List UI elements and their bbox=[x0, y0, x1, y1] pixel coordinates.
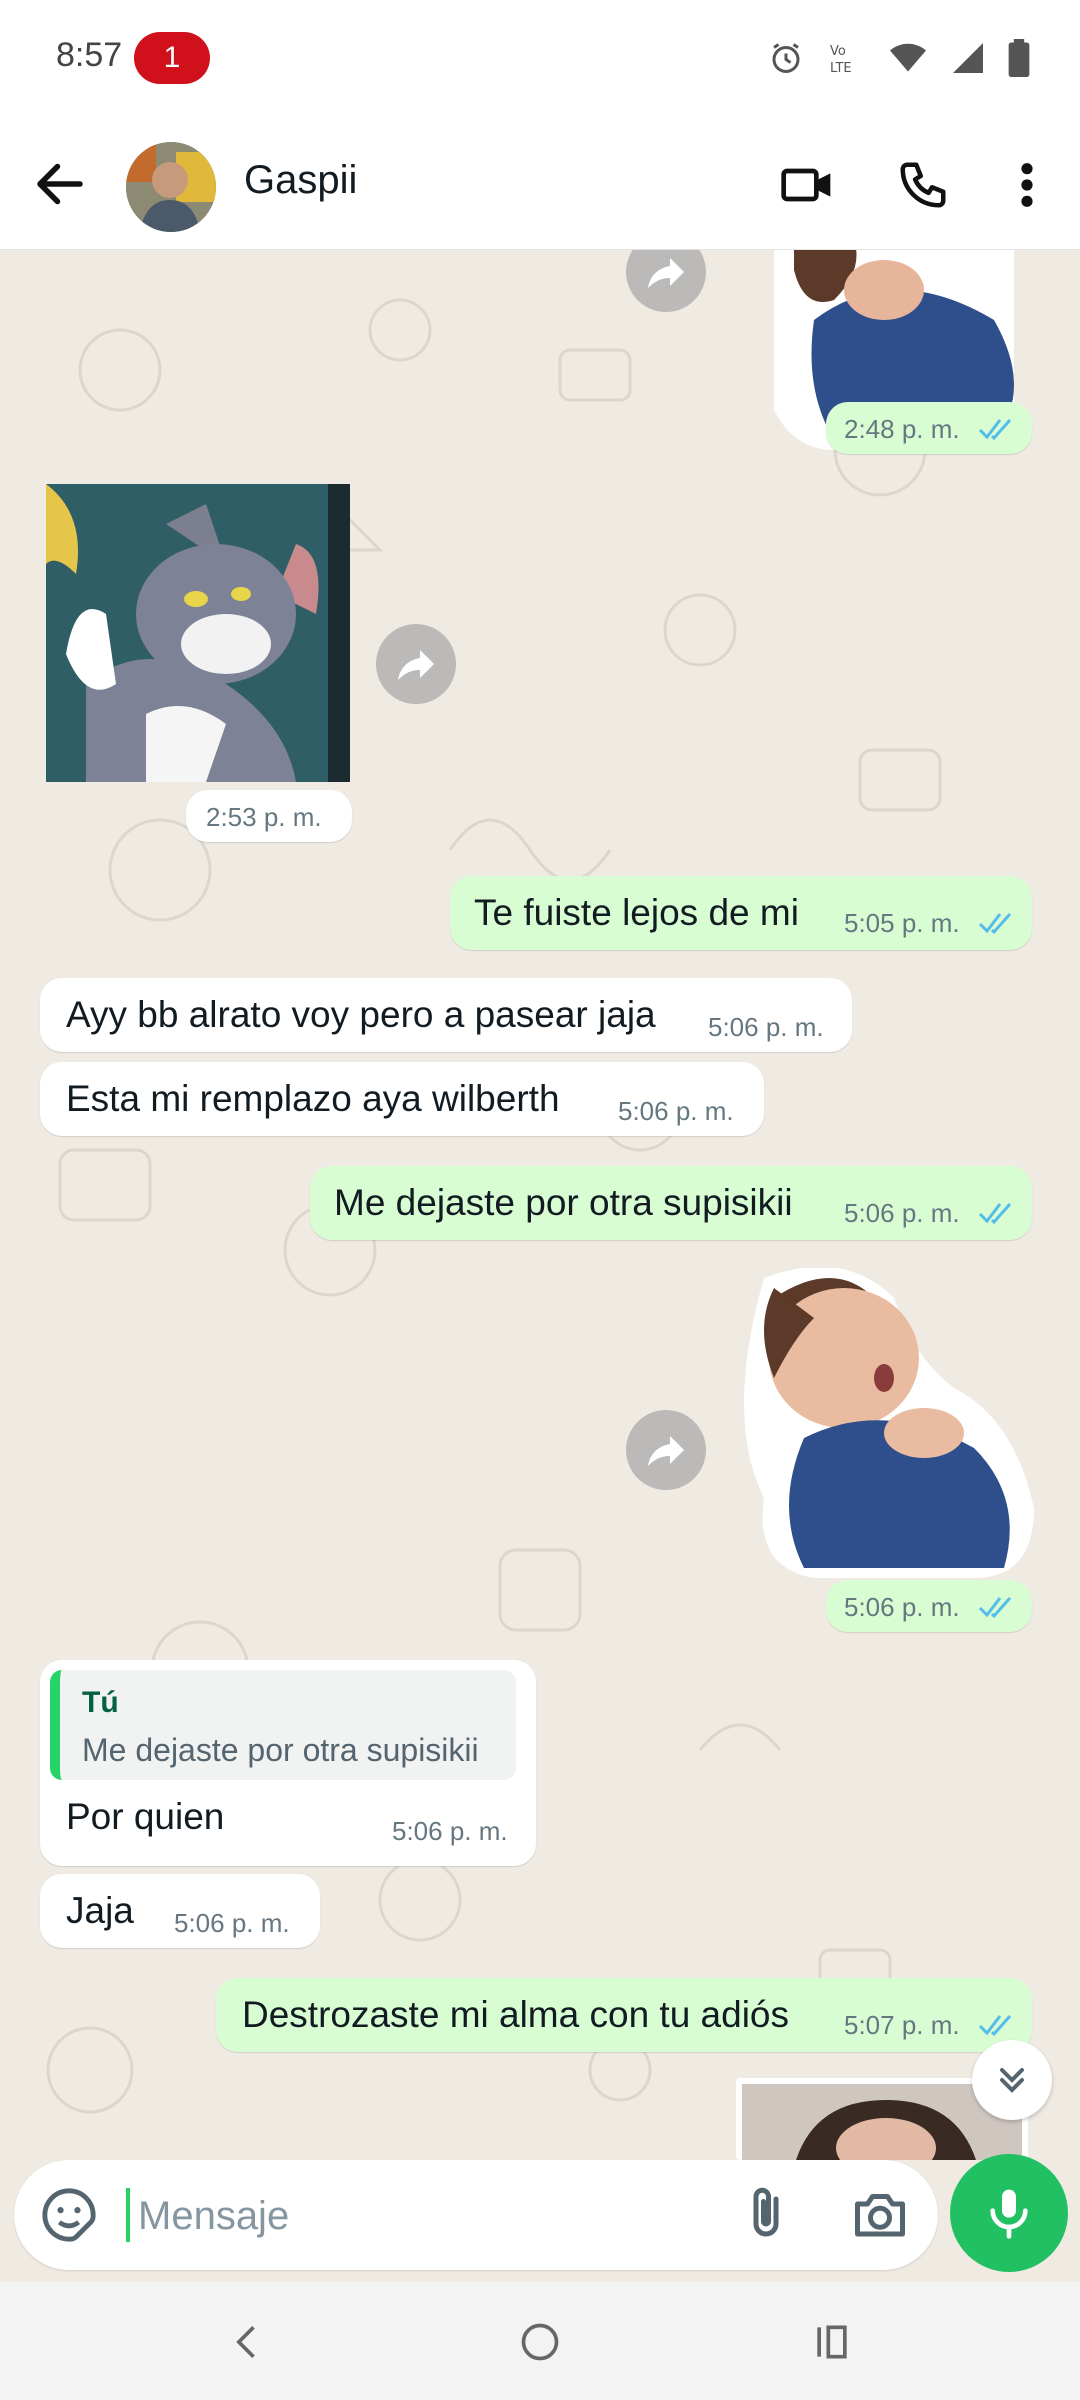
outgoing-message[interactable]: Destrozaste mi alma con tu adiós 5:07 p.… bbox=[216, 1978, 1032, 2052]
outgoing-message[interactable]: Me dejaste por otra supisikii 5:06 p. m. bbox=[310, 1166, 1032, 1240]
sticker-message[interactable] bbox=[734, 1268, 1034, 1578]
message-text: Por quien bbox=[66, 1796, 225, 1837]
forward-button[interactable] bbox=[376, 624, 456, 704]
message-composer bbox=[14, 2160, 938, 2270]
read-receipt-icon bbox=[978, 913, 1012, 935]
sticker-message[interactable] bbox=[46, 484, 350, 782]
message-timestamp-bubble: 5:06 p. m. bbox=[826, 1580, 1032, 1632]
recents-nav-icon bbox=[817, 2325, 847, 2359]
quote-author: Tú bbox=[82, 1686, 119, 1719]
avatar[interactable] bbox=[126, 142, 216, 232]
text-caret bbox=[126, 2188, 130, 2242]
status-time: 8:57 bbox=[56, 36, 123, 74]
read-receipt-icon bbox=[978, 1597, 1012, 1619]
message-text: Ayy bb alrato voy pero a pasear jaja bbox=[66, 994, 656, 1035]
message-text: Esta mi remplazo aya wilberth bbox=[66, 1078, 560, 1119]
video-call-icon bbox=[781, 168, 831, 202]
nav-recents-button[interactable] bbox=[802, 2312, 862, 2372]
signal-icon bbox=[953, 43, 983, 73]
back-nav-icon bbox=[236, 2326, 255, 2358]
battery-icon bbox=[1008, 39, 1030, 77]
attach-button[interactable] bbox=[736, 2184, 796, 2244]
message-time: 5:06 p. m. bbox=[708, 1012, 824, 1042]
message-time: 5:06 p. m. bbox=[844, 1198, 960, 1228]
nav-home-button[interactable] bbox=[510, 2312, 570, 2372]
chat-area[interactable]: 2:48 p. m. 2:53 p. m. Te fuiste lejos de… bbox=[0, 250, 1080, 2160]
quoted-message[interactable]: Tú Me dejaste por otra supisikii bbox=[50, 1670, 516, 1780]
contact-name[interactable]: Gaspii bbox=[244, 158, 357, 203]
message-text: Jaja bbox=[66, 1890, 134, 1931]
chat-header: Gaspii bbox=[0, 118, 1080, 250]
volte-icon: Vo LTE bbox=[830, 44, 852, 76]
message-input[interactable] bbox=[138, 2186, 698, 2246]
incoming-reply-message[interactable]: Tú Me dejaste por otra supisikii Por qui… bbox=[40, 1660, 536, 1866]
notification-badge: 1 bbox=[134, 32, 210, 84]
more-options-button[interactable] bbox=[992, 150, 1062, 220]
incoming-message[interactable]: Esta mi remplazo aya wilberth 5:06 p. m. bbox=[40, 1062, 764, 1136]
message-text: Me dejaste por otra supisikii bbox=[334, 1182, 793, 1223]
read-receipt-icon bbox=[978, 419, 1012, 441]
wifi-icon bbox=[890, 43, 926, 72]
message-time: 5:07 p. m. bbox=[844, 2010, 960, 2040]
incoming-message[interactable]: Jaja 5:06 p. m. bbox=[40, 1874, 320, 1948]
message-time: 5:06 p. m. bbox=[844, 1592, 960, 1622]
message-time: 5:05 p. m. bbox=[844, 908, 960, 938]
voice-call-button[interactable] bbox=[888, 150, 958, 220]
message-timestamp-bubble: 2:53 p. m. bbox=[186, 790, 352, 842]
system-navigation-bar bbox=[0, 2282, 1080, 2400]
forward-button[interactable] bbox=[626, 1410, 706, 1490]
message-time: 5:06 p. m. bbox=[618, 1096, 734, 1126]
forward-icon bbox=[648, 1436, 684, 1466]
svg-text:LTE: LTE bbox=[830, 61, 852, 76]
nav-back-button[interactable] bbox=[218, 2312, 278, 2372]
microphone-icon bbox=[990, 2189, 1028, 2239]
alarm-icon bbox=[772, 43, 800, 73]
incoming-message[interactable]: Ayy bb alrato voy pero a pasear jaja 5:0… bbox=[40, 978, 852, 1052]
read-receipt-icon bbox=[978, 1203, 1012, 1225]
forward-icon bbox=[648, 258, 684, 288]
status-icons: Vo LTE bbox=[768, 36, 1030, 80]
message-time: 5:06 p. m. bbox=[392, 1816, 508, 1846]
message-text: Destrozaste mi alma con tu adiós bbox=[242, 1994, 790, 2035]
camera-button[interactable] bbox=[850, 2184, 910, 2244]
video-call-button[interactable] bbox=[772, 150, 842, 220]
scroll-to-bottom-button[interactable] bbox=[972, 2040, 1052, 2120]
quote-text: Me dejaste por otra supisikii bbox=[82, 1732, 479, 1768]
chevron-double-down-icon bbox=[1000, 2068, 1024, 2093]
camera-icon bbox=[855, 2194, 905, 2237]
home-nav-icon bbox=[521, 2323, 559, 2361]
message-time: 5:06 p. m. bbox=[174, 1908, 290, 1938]
paperclip-icon bbox=[753, 2187, 779, 2237]
sticker-icon bbox=[42, 2188, 96, 2242]
status-bar: 8:57 1 Vo LTE bbox=[0, 0, 1080, 118]
arrow-left-icon bbox=[37, 163, 83, 205]
voice-message-button[interactable] bbox=[950, 2154, 1068, 2272]
voice-call-icon bbox=[900, 162, 946, 208]
message-text: Te fuiste lejos de mi bbox=[474, 892, 799, 933]
more-options-icon bbox=[1021, 163, 1033, 207]
message-time: 2:53 p. m. bbox=[206, 802, 322, 832]
message-timestamp-bubble: 2:48 p. m. bbox=[826, 402, 1032, 454]
sticker-emoji-button[interactable] bbox=[40, 2186, 98, 2244]
svg-text:Vo: Vo bbox=[830, 44, 846, 59]
message-time: 2:48 p. m. bbox=[844, 414, 960, 444]
read-receipt-icon bbox=[978, 2015, 1012, 2037]
forward-icon bbox=[398, 650, 434, 680]
outgoing-message[interactable]: Te fuiste lejos de mi 5:05 p. m. bbox=[450, 876, 1032, 950]
back-button[interactable] bbox=[30, 154, 90, 214]
